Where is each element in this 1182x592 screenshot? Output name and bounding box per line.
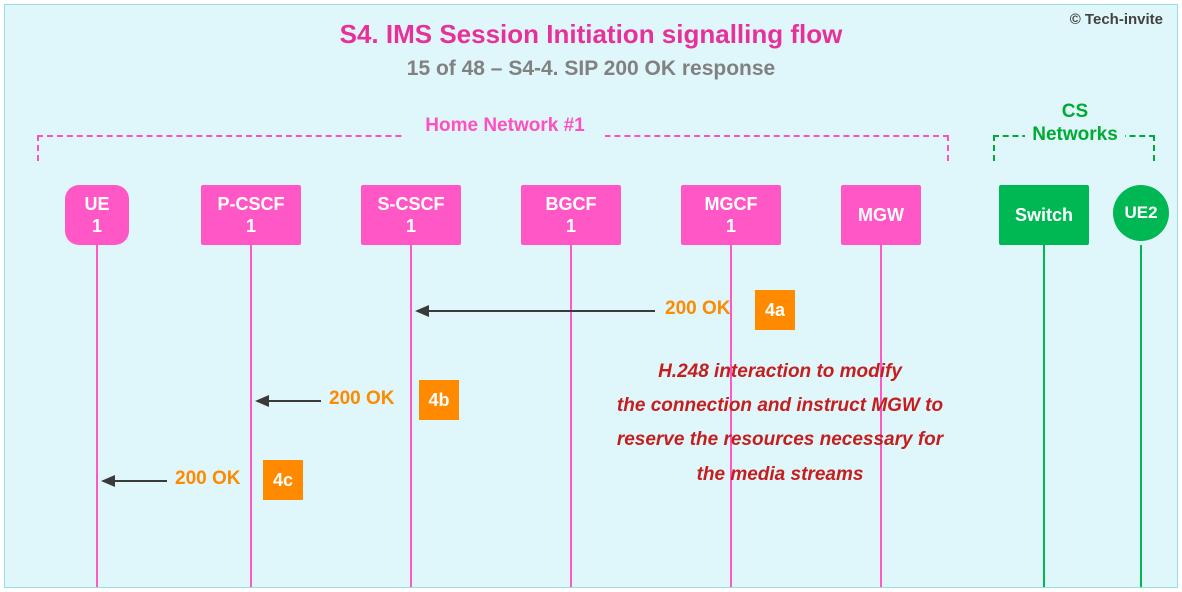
node-ue2: UE2 [1113,185,1169,241]
arrowhead-icon [255,395,269,407]
arrow-4a [417,310,655,312]
lifeline-ue2 [1140,245,1142,587]
diagram-canvas: © Tech-invite S4. IMS Session Initiation… [4,4,1178,588]
lifeline-switch [1043,245,1045,587]
group-label-home: Home Network #1 [405,115,605,138]
node-pcscf1: P-CSCF 1 [201,185,301,245]
arrowhead-icon [415,305,429,317]
step-4c: 4c [263,460,303,500]
node-bgcf1: BGCF 1 [521,185,621,245]
bracket-home-network [37,135,949,161]
group-label-cs: CS Networks [1025,101,1125,147]
lifeline-scscf1 [410,245,412,587]
step-4a: 4a [755,290,795,330]
lifeline-bgcf1 [570,245,572,587]
arrowhead-icon [101,475,115,487]
page-subtitle: 15 of 48 – S4-4. SIP 200 OK response [5,57,1177,81]
node-ue1: UE 1 [65,185,129,245]
step-4b: 4b [419,380,459,420]
msg-label-4b: 200 OK [329,388,394,410]
node-switch: Switch [999,185,1089,245]
msg-label-4c: 200 OK [175,468,240,490]
arrow-4b [257,400,321,402]
node-scscf1: S-CSCF 1 [361,185,461,245]
lifeline-pcscf1 [250,245,252,587]
node-mgcf1: MGCF 1 [681,185,781,245]
arrow-4c [103,480,167,482]
lifeline-ue1 [96,245,98,587]
node-mgw: MGW [841,185,921,245]
note-h248: H.248 interaction to modify the connecti… [590,355,970,492]
msg-label-4a: 200 OK [665,298,730,320]
page-title: S4. IMS Session Initiation signalling fl… [5,19,1177,50]
